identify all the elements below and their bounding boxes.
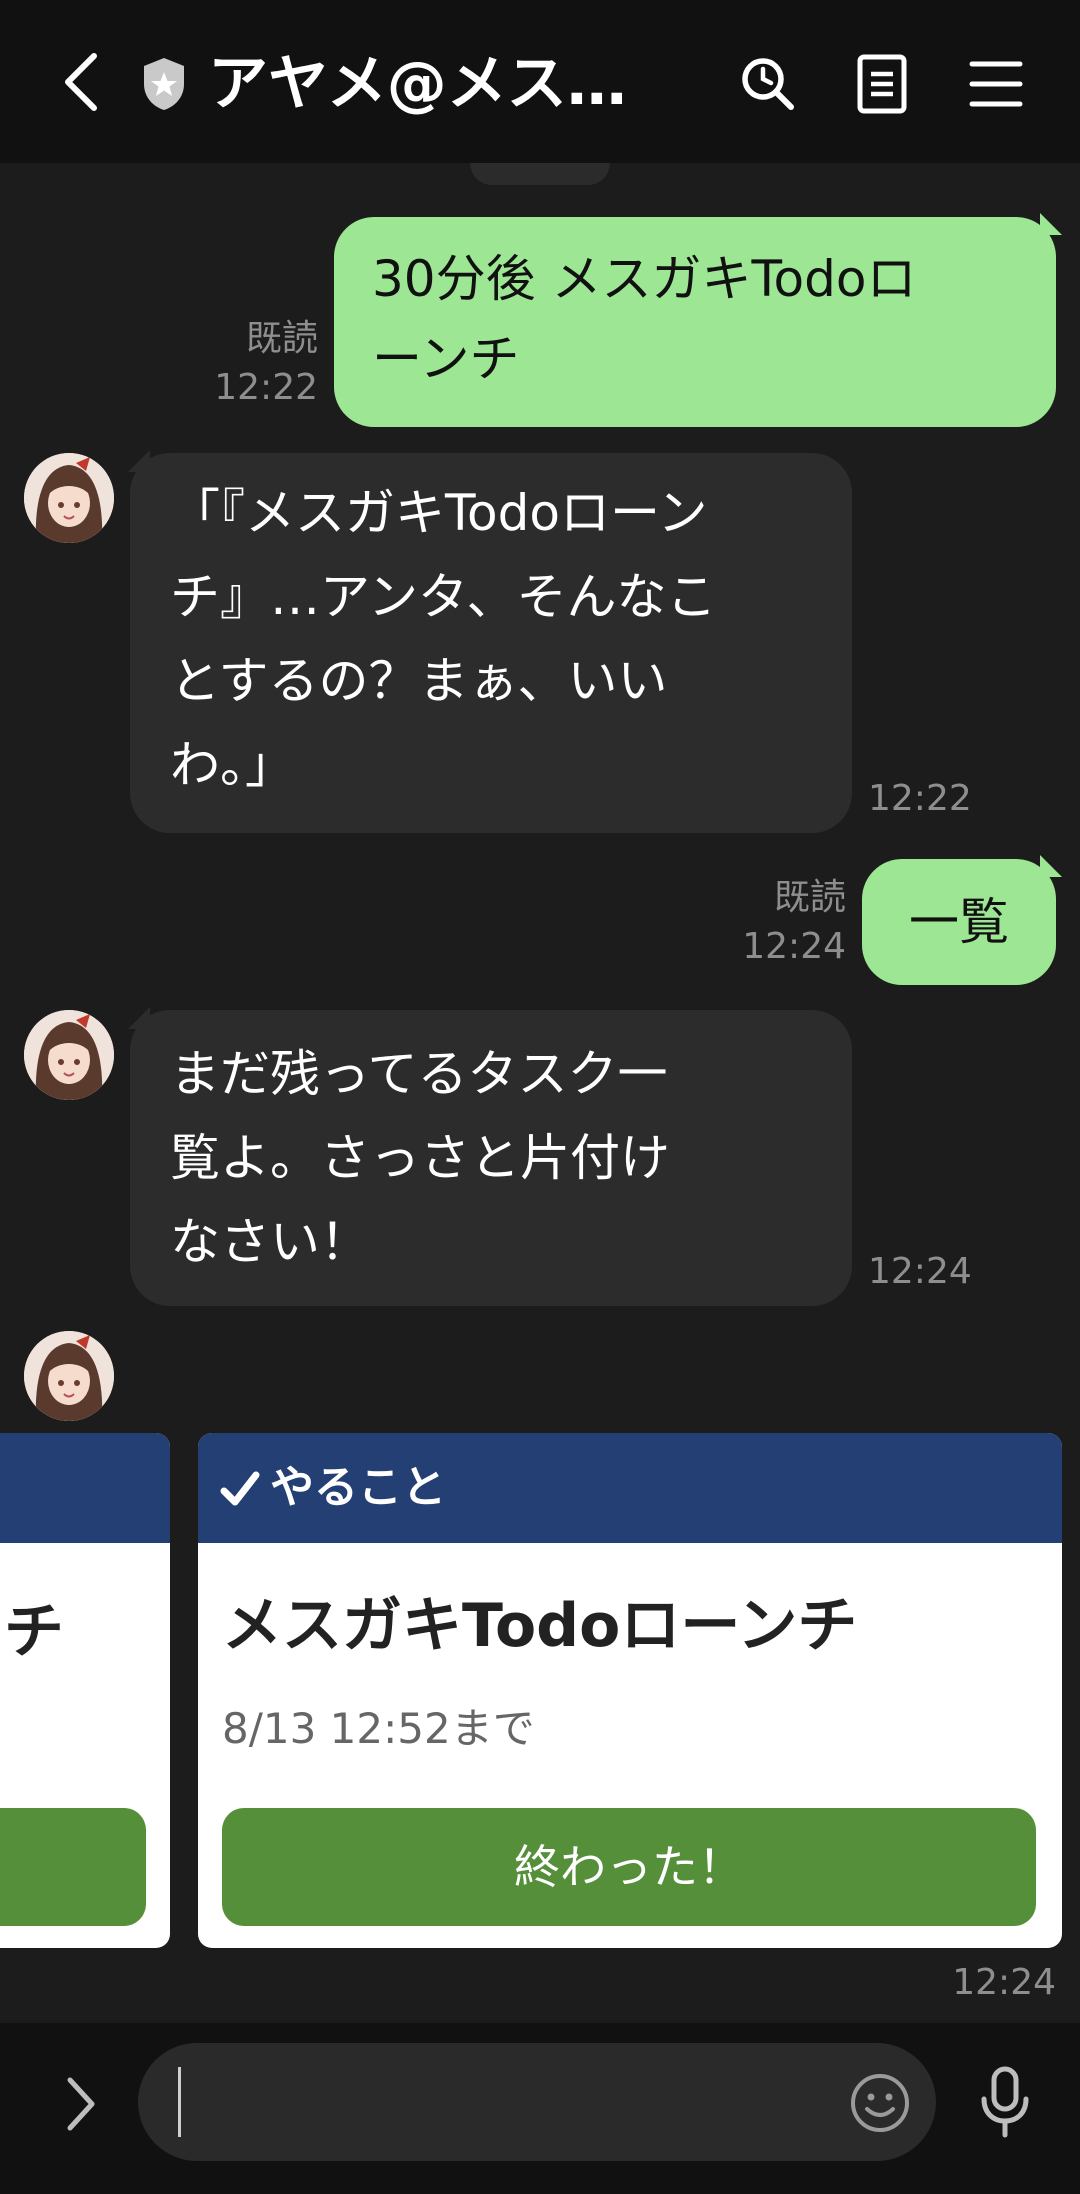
- message-time: 12:24: [952, 1962, 1056, 2003]
- voice-input-button[interactable]: [960, 2053, 1050, 2153]
- menu-button[interactable]: [956, 44, 1036, 124]
- back-chevron-icon: [65, 53, 97, 111]
- message-time: 12:24: [742, 926, 846, 967]
- card-header: やること: [198, 1433, 1062, 1543]
- message-text-line: とするの？まぁ、いい: [170, 652, 668, 710]
- avatar-image: [24, 1331, 114, 1421]
- message-input[interactable]: [138, 2043, 936, 2161]
- message-time: 12:22: [868, 778, 972, 819]
- notes-icon: [857, 54, 907, 114]
- message-text-line: わ。」: [170, 736, 295, 794]
- text-caret: [178, 2067, 181, 2137]
- avatar-image: [24, 453, 114, 543]
- shield-badge: [138, 54, 190, 114]
- card-due-date: 8/13 12:52まで: [222, 1704, 535, 1753]
- mic-icon: [981, 2066, 1029, 2138]
- avatar[interactable]: [24, 1331, 114, 1421]
- outgoing-message-bubble[interactable]: 30分後 メスガキTodoロ ーンチ: [334, 217, 1056, 427]
- todo-card-previous[interactable]: チ: [0, 1433, 170, 1948]
- incoming-message-bubble[interactable]: まだ残ってるタスク一 覧よ。さっさと片付け なさい！: [130, 1010, 852, 1306]
- incoming-message-bubble[interactable]: 「『メスガキTodoローン チ』…アンタ、そんなこ とするの？まぁ、いい わ。」: [130, 453, 852, 833]
- todo-card[interactable]: やること メスガキTodoローンチ 8/13 12:52まで 終わった！: [198, 1433, 1062, 1948]
- done-button[interactable]: 終わった！: [222, 1808, 1036, 1926]
- message-text-line: まだ残ってるタスク一: [170, 1045, 668, 1103]
- expand-chevron-icon: [67, 2077, 95, 2131]
- message-time: 12:24: [868, 1251, 972, 1292]
- message-text-line: なさい！: [170, 1213, 370, 1271]
- outgoing-message-bubble[interactable]: 一覧: [862, 859, 1056, 985]
- avatar[interactable]: [24, 1010, 114, 1100]
- bubble-tail: [1040, 855, 1062, 877]
- bubble-tail: [1040, 213, 1062, 235]
- card-header-label: やること: [270, 1462, 446, 1513]
- message-input-bar: [0, 2023, 1080, 2194]
- shield-star-icon: [144, 58, 184, 110]
- message-text-line: ーンチ: [372, 330, 520, 388]
- avatar[interactable]: [24, 453, 114, 543]
- message-text-line: 覧よ。さっさと片付け: [170, 1129, 670, 1187]
- message-text-line: 30分後 メスガキTodoロ: [372, 250, 917, 308]
- menu-icon: [969, 61, 1023, 107]
- previous-message-edge: [470, 163, 610, 185]
- chat-header: アヤメ@メス…: [0, 0, 1080, 163]
- message-text-line: チ』…アンタ、そんなこ: [170, 568, 717, 626]
- search-button[interactable]: [728, 44, 808, 124]
- back-button[interactable]: [40, 42, 120, 122]
- emoji-button[interactable]: [838, 2061, 922, 2145]
- chat-area[interactable]: 既読 12:22 30分後 メスガキTodoロ ーンチ 「『メスガキTodoロー…: [0, 163, 1080, 2023]
- card-header: [0, 1433, 170, 1543]
- expand-menu-button[interactable]: [40, 2059, 120, 2149]
- card-title: メスガキTodoローンチ: [222, 1591, 858, 1661]
- chat-title[interactable]: アヤメ@メス…: [208, 44, 638, 124]
- card-title-fragment: チ: [4, 1597, 64, 1667]
- emoji-icon: [851, 2074, 909, 2132]
- message-text-line: 「『メスガキTodoローン: [170, 484, 708, 542]
- read-receipt: 既読: [245, 318, 318, 359]
- search-icon: [742, 58, 794, 110]
- message-text: 一覧: [909, 893, 1009, 951]
- read-receipt: 既読: [773, 877, 846, 918]
- notes-button[interactable]: [842, 44, 922, 124]
- done-button-previous[interactable]: [0, 1808, 146, 1926]
- avatar-image: [24, 1010, 114, 1100]
- checkmark-icon: [220, 1471, 260, 1506]
- message-time: 12:22: [214, 367, 318, 408]
